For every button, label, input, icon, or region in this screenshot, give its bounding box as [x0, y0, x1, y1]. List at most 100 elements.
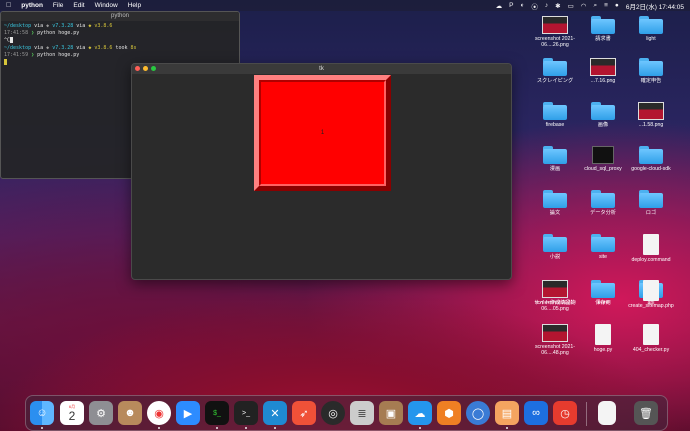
folder-icon [591, 102, 615, 120]
terminal-line: 17:41:58 ❯ python hoge.py [4, 30, 236, 37]
folder-icon [543, 146, 567, 164]
system-preferences-icon[interactable]: ⚙ [89, 401, 113, 425]
file-icon [643, 324, 659, 345]
tk-titlebar[interactable]: tk [132, 64, 511, 74]
apple-menu-icon[interactable]:  [6, 2, 11, 9]
swift-icon[interactable]: ➶ [292, 401, 316, 425]
desktop-icon-ss3[interactable]: ...1.58.png [623, 102, 679, 128]
archive-icon[interactable]: ▣ [379, 401, 403, 425]
desktop-icon-gcsdk[interactable]: google-cloud-sdk [623, 146, 679, 172]
desktop-icon-kakutei[interactable]: 確定申告 [623, 58, 679, 84]
zoom-icon[interactable] [151, 66, 156, 71]
clock-icon[interactable]: ◷ [553, 401, 577, 425]
quicktime-icon[interactable]: ◎ [321, 401, 345, 425]
vscode-icon[interactable]: ✕ [263, 401, 287, 425]
bluetooth-icon[interactable]: ✱ [555, 2, 560, 10]
running-indicator [419, 427, 421, 429]
minimize-icon[interactable] [143, 66, 148, 71]
desktop-icon-label: ロゴ [645, 210, 657, 216]
terminal-title: python [110, 13, 129, 19]
contacts-icon[interactable]: ☻ [118, 401, 142, 425]
iterm-icon[interactable]: $_ [205, 401, 229, 425]
menu-edit[interactable]: Edit [73, 2, 84, 9]
terminal-line: 17:41:59 ❯ python hoge.py [4, 52, 236, 59]
zoom-app-icon[interactable]: ▶ [176, 401, 200, 425]
folder-icon [543, 234, 567, 252]
status-menu-icon[interactable]: ☁ [496, 2, 503, 10]
calendar-day: 2 [68, 409, 76, 423]
terminal-output[interactable]: ~/desktop via ◆ v7.3.28 via ◆ v3.8.6 17:… [1, 21, 239, 68]
chrome-icon[interactable]: ◉ [147, 401, 171, 425]
folder-icon [639, 190, 663, 208]
record-icon[interactable]: ⦿ [531, 1, 538, 11]
desktop-icon-label: google-cloud-sdk [631, 166, 671, 172]
running-indicator [41, 427, 43, 429]
prompt-path: ~/desktop [4, 44, 32, 51]
ruby-icon: ◆ [46, 23, 50, 29]
menu-bar:  python File Edit Window Help ☁ P ◐ ⦿ ♪… [0, 0, 690, 11]
running-indicator [506, 427, 508, 429]
prompt-command: python hoge.py [37, 51, 80, 58]
control-center-icon[interactable]: ≡ [604, 2, 608, 9]
desktop-icon-label: deploy.command [631, 257, 671, 263]
terminal-titlebar[interactable]: python [1, 12, 239, 21]
wifi-icon[interactable]: ◠ [581, 2, 587, 10]
siri-icon[interactable]: ● [615, 2, 619, 9]
menu-file[interactable]: File [53, 2, 63, 9]
prompt-took: took [115, 44, 128, 51]
desktop-icon-label: ...1.58.png [638, 122, 664, 128]
menu-app-name[interactable]: python [21, 2, 43, 9]
menu-clock[interactable]: 6月2日(水) 17:44:05 [626, 1, 684, 11]
prompt-time: 17:41:59 [4, 51, 29, 58]
desktop-icon-deploy[interactable]: deploy.command [623, 234, 679, 263]
search-icon[interactable]: ⌕ [593, 2, 597, 10]
folder-icon [591, 16, 615, 34]
trash-icon[interactable]: 🗑 [634, 401, 658, 425]
battery-icon[interactable]: ▭ [568, 2, 574, 10]
finder-icon[interactable]: ☺ [30, 401, 54, 425]
prompt-ruby-version: v7.3.28 [52, 23, 74, 29]
desktop-icon-label: create_sitemap.php [628, 303, 674, 309]
prompt-via: via [76, 23, 86, 29]
database-icon[interactable]: ≣ [350, 401, 374, 425]
calendar-icon[interactable]: 6月 2 [60, 401, 84, 425]
desktop-icon-logo[interactable]: ロゴ [623, 190, 679, 216]
desktop-icon-checker[interactable]: 404_checker.py [623, 324, 679, 353]
desktop-icon-light[interactable]: light [623, 16, 679, 42]
cursor-icon [10, 37, 14, 43]
sourcetree-icon[interactable]: ⬢ [437, 401, 461, 425]
p-app-icon[interactable]: P [509, 2, 513, 9]
extension-icon[interactable]: ◐ [520, 2, 524, 9]
document-icon[interactable] [598, 401, 616, 425]
file-icon [643, 234, 659, 255]
python-icon: ◆ [88, 23, 92, 29]
running-indicator [245, 427, 247, 429]
simulator-icon[interactable]: ◯ [466, 401, 490, 425]
folder-icon [591, 280, 615, 298]
desktop-icon-label: 確定申告 [640, 78, 662, 84]
preview-icon[interactable]: ▤ [495, 401, 519, 425]
music-icon[interactable]: ♪ [545, 2, 548, 9]
tk-red-button[interactable]: 1 [254, 75, 391, 191]
prompt-time: 17:41:58 [4, 30, 29, 36]
terminal-icon[interactable]: >_ [234, 401, 258, 425]
menu-help[interactable]: Help [128, 2, 141, 9]
close-icon[interactable] [135, 66, 140, 71]
running-indicator [216, 427, 218, 429]
prompt-python-version: v3.8.6 [94, 23, 113, 29]
prompt-duration: 8s [130, 44, 137, 51]
infinity-icon[interactable]: ∞ [524, 401, 548, 425]
tk-window[interactable]: tk 1 [131, 63, 512, 280]
desktop-icon-sitemap[interactable]: create_sitemap.php [623, 280, 679, 309]
terminal-line: ~/desktop via ◆ v7.3.28 via ◆ v3.8.6 [4, 23, 236, 30]
docker-icon[interactable]: ☁ [408, 401, 432, 425]
dock: ☺ 6月 2 ⚙ ☻ ◉ ▶ $_ >_ ✕ ➶ ◎ ≣ ▣ ☁ ⬢ ◯ ▤ ∞… [25, 395, 668, 431]
desktop-icon-label: 404_checker.py [632, 347, 670, 353]
folder-icon [591, 234, 615, 252]
image-thumbnail-icon [542, 280, 568, 298]
image-thumbnail-icon [638, 102, 664, 120]
image-thumbnail-icon [590, 58, 616, 76]
menu-window[interactable]: Window [95, 2, 118, 9]
folder-icon [639, 16, 663, 34]
prompt-via: via [34, 44, 44, 51]
